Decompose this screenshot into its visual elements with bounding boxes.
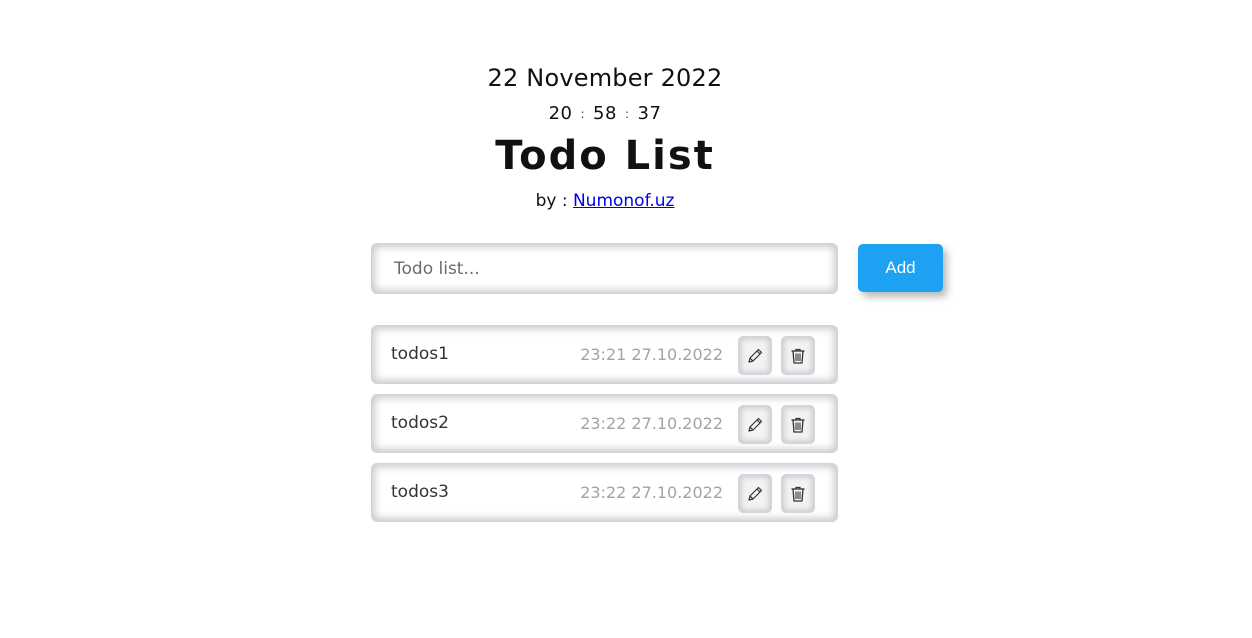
- clock-minutes: 58: [593, 103, 617, 124]
- todo-timestamp: 23:22 27.10.2022: [580, 483, 723, 502]
- todo-text: todos2: [391, 413, 449, 433]
- delete-button[interactable]: [781, 405, 815, 444]
- pencil-icon: [748, 348, 763, 363]
- author-link[interactable]: Numonof.uz: [573, 191, 674, 211]
- delete-button[interactable]: [781, 336, 815, 375]
- todo-item: todos2 23:22 27.10.2022: [371, 394, 838, 453]
- pencil-icon: [748, 486, 763, 501]
- edit-button[interactable]: [738, 474, 772, 513]
- trash-icon: [791, 348, 805, 364]
- todo-text: todos3: [391, 482, 449, 502]
- todo-text: todos1: [391, 344, 449, 364]
- todo-timestamp: 23:22 27.10.2022: [580, 414, 723, 433]
- todo-item: todos3 23:22 27.10.2022: [371, 463, 838, 522]
- todo-timestamp: 23:21 27.10.2022: [580, 345, 723, 364]
- todo-item: todos1 23:21 27.10.2022: [371, 325, 838, 384]
- clock-hours: 20: [548, 103, 573, 124]
- byline-prefix: by :: [535, 191, 568, 211]
- clock-seconds: 37: [637, 103, 662, 124]
- trash-icon: [791, 486, 805, 502]
- clock-separator: :: [580, 107, 586, 121]
- clock-separator: :: [624, 107, 630, 121]
- edit-button[interactable]: [738, 405, 772, 444]
- byline: by : Numonof.uz: [0, 191, 1210, 211]
- edit-button[interactable]: [738, 336, 772, 375]
- page: 22 November 2022 20:58:37 Todo List by :…: [0, 0, 1252, 638]
- todo-input[interactable]: [372, 244, 837, 293]
- todo-input-container: [371, 243, 838, 294]
- delete-button[interactable]: [781, 474, 815, 513]
- add-button[interactable]: Add: [858, 244, 943, 292]
- pencil-icon: [748, 417, 763, 432]
- clock-display: 20:58:37: [0, 103, 1210, 124]
- page-title: Todo List: [495, 133, 715, 179]
- date-display: 22 November 2022: [487, 64, 723, 92]
- trash-icon: [791, 417, 805, 433]
